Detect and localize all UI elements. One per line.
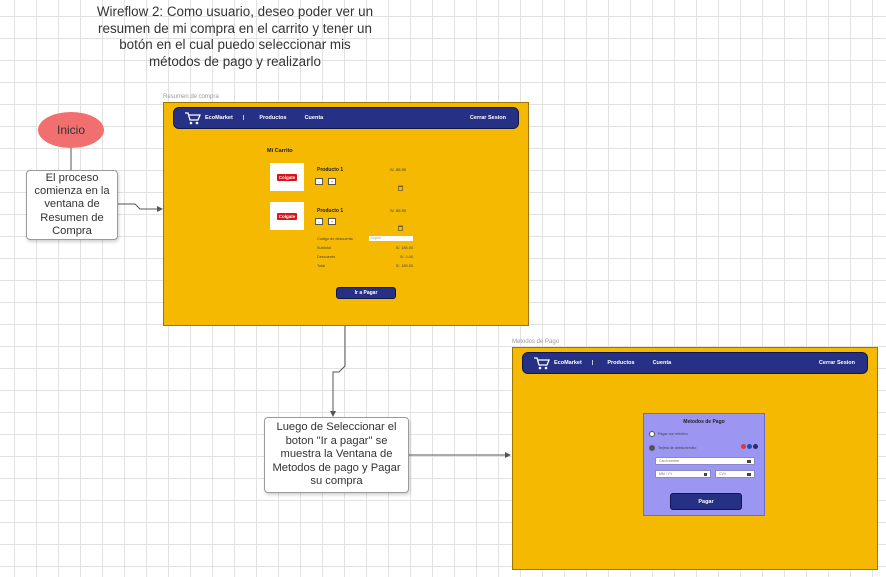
cart-title: Mi Carrito bbox=[267, 148, 293, 154]
nav-separator: | bbox=[591, 360, 594, 366]
screen1-navbar: EcoMarket | Productos Cuenta Cerrar Sesi… bbox=[173, 107, 519, 129]
card-brands bbox=[740, 444, 758, 449]
discount-label: Descuento bbox=[317, 255, 336, 259]
visa-icon bbox=[747, 444, 752, 449]
coupon-input[interactable]: Cupón bbox=[369, 236, 413, 241]
increase-quantity-button[interactable]: + bbox=[328, 178, 336, 185]
connector-step1-to-screen1 bbox=[116, 203, 163, 212]
step1-note: El proceso comienza en la ventana de Res… bbox=[26, 170, 118, 240]
total-value: S/. 180.00 bbox=[395, 264, 413, 268]
screen1-label: Resumen de compra bbox=[163, 94, 219, 100]
increase-quantity-button[interactable]: + bbox=[328, 218, 336, 225]
card-option-label: Tarjeta de debito/credito bbox=[658, 446, 697, 450]
shopping-cart-icon[interactable] bbox=[185, 111, 201, 125]
decrease-quantity-button[interactable]: - bbox=[315, 178, 323, 185]
product-price: S/. 85.90 bbox=[390, 208, 407, 213]
credit-card-icon bbox=[747, 459, 751, 463]
trash-icon[interactable] bbox=[398, 178, 403, 196]
nav-brand[interactable]: EcoMarket bbox=[554, 360, 582, 366]
screen1-frame: EcoMarket | Productos Cuenta Cerrar Sesi… bbox=[163, 102, 529, 326]
product-name: Producto 1 bbox=[317, 208, 344, 214]
screen2-navbar: EcoMarket | Productos Cuenta Cerrar Sesi… bbox=[522, 352, 868, 374]
payment-panel-title: Metodos de Pago bbox=[683, 419, 725, 425]
nav-brand[interactable]: EcoMarket bbox=[205, 115, 233, 121]
nav-logout-link[interactable]: Cerrar Sesion bbox=[470, 115, 506, 121]
card-back-icon bbox=[747, 472, 751, 476]
step2-note: Luego de Seleccionar el boton "Ir a paga… bbox=[264, 417, 409, 493]
product-image: Colgate bbox=[270, 163, 304, 191]
coupon-label: Codigo de descuento bbox=[317, 236, 353, 241]
screen2-frame: EcoMarket | Productos Cuenta Cerrar Sesi… bbox=[512, 347, 878, 570]
nav-account-link[interactable]: Cuenta bbox=[305, 115, 324, 121]
screen2-label: Metodos de Pago bbox=[512, 339, 560, 345]
cash-option[interactable]: Pagar con efectivo bbox=[649, 431, 688, 437]
nav-separator: | bbox=[242, 115, 245, 121]
nav-logout-link[interactable]: Cerrar Sesion bbox=[819, 360, 855, 366]
cvv-input[interactable]: CVV bbox=[715, 470, 755, 478]
product-image: Colgate bbox=[270, 202, 304, 230]
product-price: S/. 85.90 bbox=[390, 167, 407, 172]
decrease-quantity-button[interactable]: - bbox=[315, 218, 323, 225]
card-radio[interactable] bbox=[649, 445, 655, 451]
total-label: Total bbox=[317, 264, 326, 268]
product-name: Producto 1 bbox=[317, 167, 344, 173]
go-to-pay-button[interactable]: Ir a Pagar bbox=[336, 287, 396, 299]
shopping-cart-icon[interactable] bbox=[534, 356, 550, 370]
mastercard-icon bbox=[741, 444, 746, 449]
expiry-input[interactable]: MM / YY bbox=[655, 470, 711, 478]
product-brand-logo: Colgate bbox=[276, 173, 298, 181]
product-brand-logo: Colgate bbox=[276, 212, 298, 220]
subtotal-value: S/. 180.00 bbox=[395, 246, 413, 250]
expiry-placeholder: MM / YY bbox=[659, 472, 673, 476]
nav-products-link[interactable]: Productos bbox=[607, 360, 634, 366]
subtotal-label: Subtotal bbox=[317, 246, 331, 250]
trash-icon[interactable] bbox=[398, 218, 403, 236]
payment-methods-panel: Metodos de Pago Pagar con efectivo Tarje… bbox=[643, 413, 765, 516]
card-option[interactable]: Tarjeta de debito/credito bbox=[649, 445, 696, 451]
card-number-input[interactable]: Card number bbox=[655, 457, 755, 465]
discount-value: S/. 0.00 bbox=[399, 255, 413, 259]
cvv-placeholder: CVV bbox=[719, 472, 727, 476]
nav-account-link[interactable]: Cuenta bbox=[653, 360, 672, 366]
start-node: Inicio bbox=[38, 112, 104, 148]
connector-screen1-to-step2 bbox=[330, 324, 346, 417]
cash-option-label: Pagar con efectivo bbox=[658, 432, 688, 436]
pay-button[interactable]: Pagar bbox=[670, 493, 742, 510]
amex-icon bbox=[753, 444, 758, 449]
calendar-icon bbox=[704, 472, 707, 476]
cash-radio[interactable] bbox=[649, 431, 655, 437]
nav-products-link[interactable]: Productos bbox=[259, 115, 286, 121]
order-summary: Codigo de descuento Cupón Subtotal S/. 1… bbox=[317, 236, 413, 268]
card-number-placeholder: Card number bbox=[659, 459, 680, 463]
